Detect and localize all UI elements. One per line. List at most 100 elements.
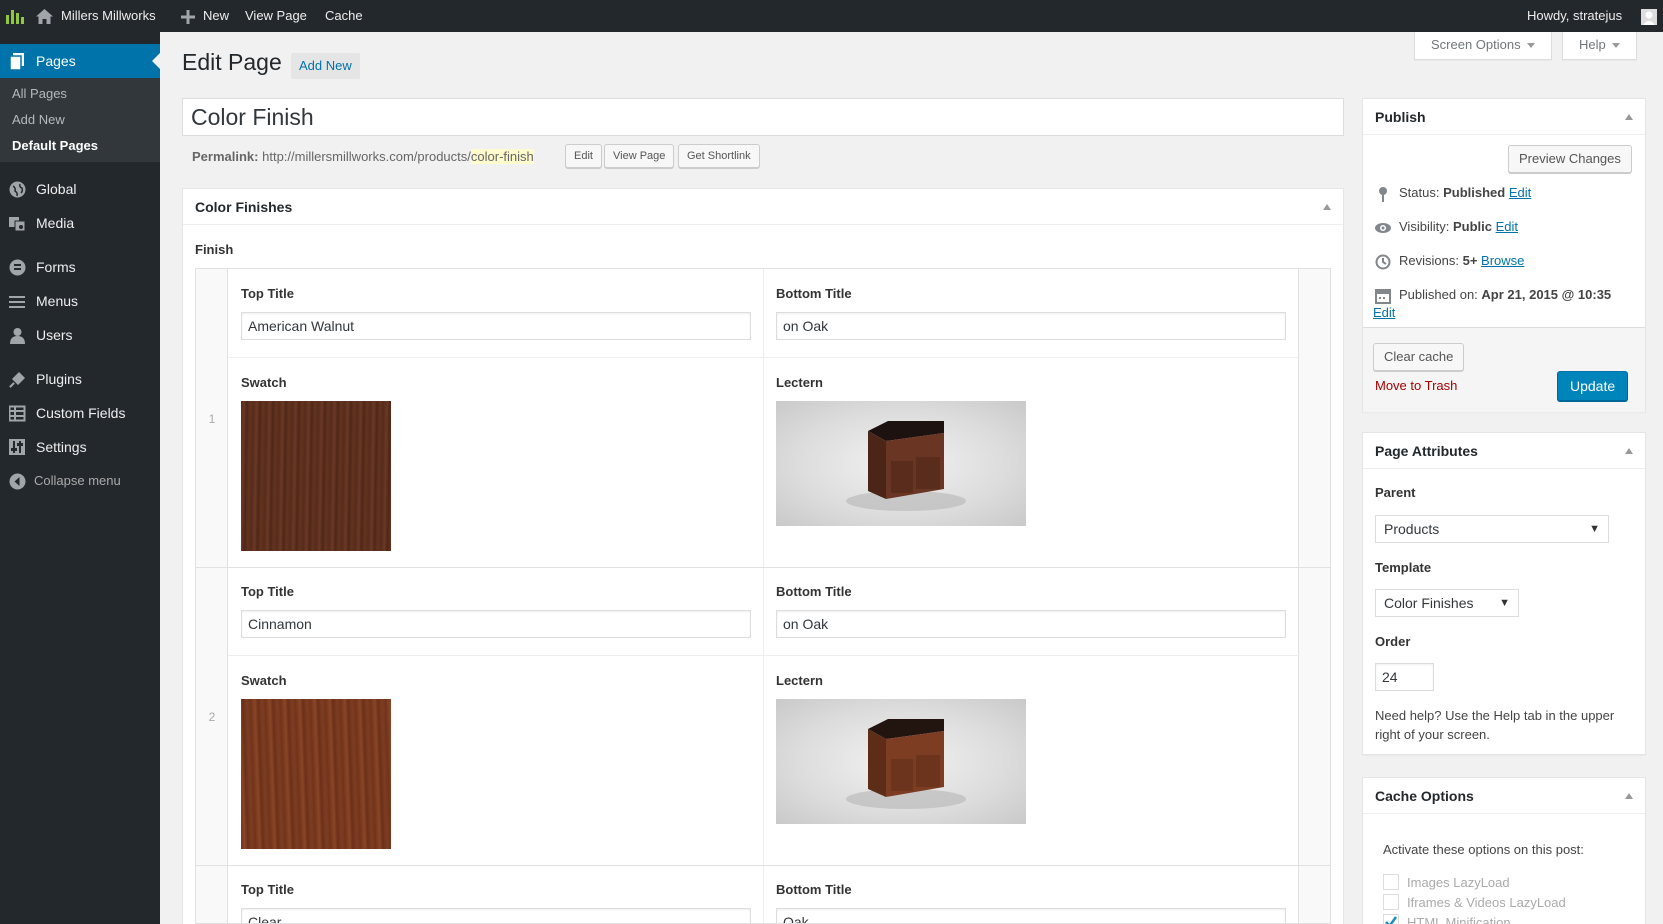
visibility-value: Public: [1452, 219, 1492, 234]
bottom-title-input[interactable]: on Oak: [776, 312, 1286, 340]
collapse-toggle-icon[interactable]: [1323, 204, 1331, 210]
order-input[interactable]: 24: [1375, 663, 1434, 691]
submenu-all-pages[interactable]: All Pages: [12, 86, 67, 101]
row-remove-column[interactable]: [1298, 269, 1330, 923]
swatch-image[interactable]: [241, 699, 391, 849]
top-title-label: Top Title: [241, 286, 294, 301]
sidebar-item-label: Users: [36, 327, 73, 343]
top-title-input[interactable]: Cinnamon: [241, 610, 751, 638]
publish-title[interactable]: Publish: [1363, 99, 1645, 135]
row-divider: [196, 567, 1330, 568]
sidebar-item-custom-fields[interactable]: Custom Fields: [0, 396, 160, 430]
sidebar-item-pages[interactable]: Pages: [0, 44, 160, 78]
sidebar-item-label: Forms: [36, 259, 76, 275]
parent-select[interactable]: Products ▼: [1375, 515, 1609, 543]
add-new-button[interactable]: Add New: [291, 53, 360, 79]
sidebar-item-menus[interactable]: Menus: [0, 284, 160, 318]
update-button[interactable]: Update: [1557, 371, 1629, 401]
edit-status-link[interactable]: Edit: [1509, 185, 1531, 200]
help-button[interactable]: Help: [1562, 32, 1637, 60]
sidebar-item-settings[interactable]: Settings: [0, 430, 160, 464]
sidebar-item-plugins[interactable]: Plugins: [0, 362, 160, 396]
admin-sidebar: Pages All Pages Add New Default Pages Gl…: [0, 32, 160, 924]
sidebar-item-global[interactable]: Global: [0, 172, 160, 206]
edit-visibility-link[interactable]: Edit: [1496, 219, 1518, 234]
cache-link[interactable]: Cache: [325, 0, 363, 32]
publish-box: Publish Preview Changes Status: Publishe…: [1362, 98, 1646, 412]
finish-field-label: Finish: [195, 242, 234, 257]
submenu-default-pages[interactable]: Default Pages: [12, 138, 98, 153]
sidebar-item-label: Plugins: [36, 371, 82, 387]
help-label: Help: [1579, 37, 1606, 52]
sidebar-item-forms[interactable]: Forms: [0, 250, 160, 284]
row-number[interactable]: 1: [196, 412, 228, 426]
color-finishes-title[interactable]: Color Finishes: [183, 189, 1343, 225]
images-lazyload-checkbox[interactable]: [1383, 874, 1399, 890]
wp-logo-icon[interactable]: [6, 0, 24, 32]
row-divider: [196, 865, 1330, 866]
collapse-toggle-icon[interactable]: [1625, 448, 1633, 454]
top-title-input[interactable]: Clear: [241, 908, 751, 923]
caret-down-icon: [1526, 43, 1535, 49]
html-minification-label: HTML Minification: [1407, 915, 1511, 924]
permalink-base: http://millersmillworks.com/products/: [262, 149, 471, 164]
view-page-button[interactable]: View Page: [604, 144, 675, 168]
bottom-title-input[interactable]: on Oak: [776, 610, 1286, 638]
status-label: Status:: [1399, 185, 1440, 200]
sidebar-item-media[interactable]: Media: [0, 206, 160, 240]
new-content-link[interactable]: New: [203, 0, 229, 32]
visibility-label: Visibility:: [1399, 219, 1450, 234]
images-lazyload-label: Images LazyLoad: [1407, 875, 1510, 890]
lectern-image[interactable]: [776, 401, 1026, 526]
row-number[interactable]: 2: [196, 710, 228, 724]
bottom-title-label: Bottom Title: [776, 584, 852, 599]
iframes-lazyload-checkbox[interactable]: [1383, 894, 1399, 910]
get-shortlink-button[interactable]: Get Shortlink: [678, 144, 760, 168]
top-title-label: Top Title: [241, 584, 294, 599]
submenu-add-new[interactable]: Add New: [12, 112, 65, 127]
clear-cache-button[interactable]: Clear cache: [1373, 343, 1465, 371]
bottom-title-input[interactable]: Oak: [776, 908, 1286, 923]
edit-date-link[interactable]: Edit: [1373, 305, 1395, 320]
visibility-row: Visibility: Public Edit: [1375, 219, 1518, 236]
lectern-image[interactable]: [776, 699, 1026, 824]
cache-intro: Activate these options on this post:: [1383, 842, 1584, 857]
page-title: Edit Page: [182, 49, 282, 75]
avatar[interactable]: [1641, 0, 1657, 32]
collapse-menu-button[interactable]: Collapse menu: [0, 464, 160, 498]
published-on-row: Published on: Apr 21, 2015 @ 10:35: [1375, 287, 1611, 304]
row-handle-column[interactable]: [196, 269, 228, 923]
howdy-account-link[interactable]: Howdy, stratejus: [1527, 0, 1622, 32]
sidebar-item-label: Collapse menu: [34, 473, 121, 488]
top-title-input[interactable]: American Walnut: [241, 312, 751, 340]
cache-options-title[interactable]: Cache Options: [1363, 778, 1645, 814]
collapse-toggle-icon[interactable]: [1625, 793, 1633, 799]
preview-changes-button[interactable]: Preview Changes: [1508, 145, 1632, 173]
browse-revisions-link[interactable]: Browse: [1481, 253, 1524, 268]
edit-permalink-button[interactable]: Edit: [565, 144, 602, 168]
sidebar-item-label: Media: [36, 215, 75, 231]
status-row: Status: Published Edit: [1375, 185, 1531, 202]
template-select[interactable]: Color Finishes ▼: [1375, 589, 1519, 617]
status-value: Published: [1443, 185, 1506, 200]
revisions-label: Revisions:: [1399, 253, 1459, 268]
view-page-link[interactable]: View Page: [245, 0, 307, 32]
plus-icon[interactable]: [181, 0, 195, 32]
page-attributes-title[interactable]: Page Attributes: [1363, 433, 1645, 469]
permalink-slug[interactable]: color-finish: [470, 149, 534, 164]
sidebar-item-users[interactable]: Users: [0, 318, 160, 352]
move-to-trash-link[interactable]: Move to Trash: [1375, 378, 1457, 393]
cache-options-box: Cache Options Activate these options on …: [1362, 777, 1646, 924]
collapse-toggle-icon[interactable]: [1625, 114, 1633, 120]
sidebar-item-label: Global: [36, 181, 77, 197]
dropdown-arrow-icon: ▼: [1589, 523, 1600, 535]
swatch-image[interactable]: [241, 401, 391, 551]
site-name-link[interactable]: Millers Millworks: [61, 0, 156, 32]
post-title-input[interactable]: Color Finish: [182, 98, 1344, 136]
field-divider: [228, 655, 1300, 656]
html-minification-checkbox[interactable]: [1383, 914, 1399, 924]
screen-options-button[interactable]: Screen Options: [1414, 32, 1552, 60]
home-icon[interactable]: [36, 0, 53, 32]
sidebar-item-label: Pages: [36, 53, 76, 69]
field-divider: [228, 357, 1300, 358]
